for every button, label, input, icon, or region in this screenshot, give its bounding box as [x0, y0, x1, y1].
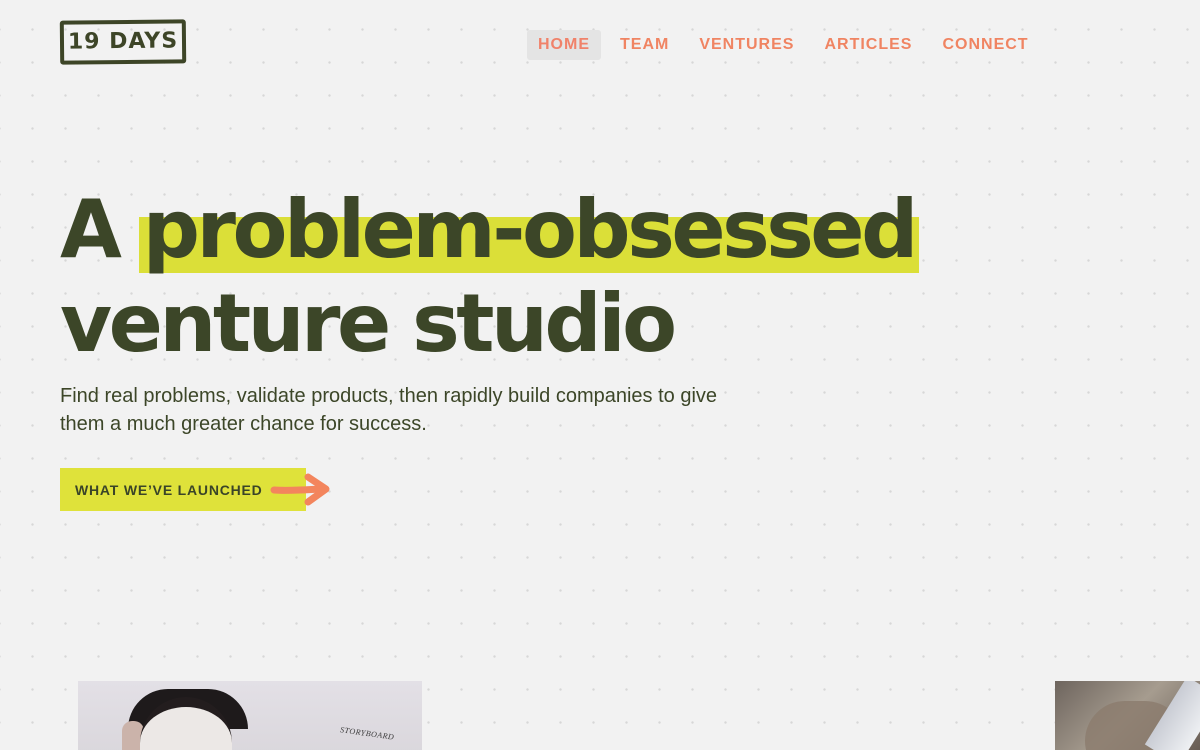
hero-highlight-text: problem-obsessed [142, 183, 919, 276]
hero-highlight: problem-obsessed [138, 183, 919, 277]
storyboard-label: STORYBOARD [339, 725, 395, 742]
hero-subtitle: Find real problems, validate products, t… [60, 385, 718, 435]
nav-item-team[interactable]: TEAM [609, 30, 680, 60]
logo-text: 19 DAYS [67, 28, 179, 55]
nav-item-ventures[interactable]: VENTURES [688, 30, 805, 60]
nav-item-articles[interactable]: ARTICLES [813, 30, 923, 60]
hero-heading-line-1: A problem-obsessed [60, 183, 960, 277]
hero-heading: A problem-obsessed venture studio [60, 183, 960, 371]
cta-label: WHAT WE’VE LAUNCHED [75, 481, 263, 498]
hero-heading-prefix: A [60, 183, 122, 276]
main-nav: HOME TEAM VENTURES ARTICLES CONNECT [527, 30, 1040, 60]
team-photo-left: STORYBOARD [78, 681, 422, 750]
nav-item-home[interactable]: HOME [527, 30, 601, 60]
hero-heading-line-2: venture studio [60, 277, 677, 370]
logo[interactable]: 19 DAYS [59, 19, 187, 65]
nav-item-connect[interactable]: CONNECT [931, 30, 1039, 60]
team-photo-right [1055, 681, 1200, 750]
arrow-right-icon[interactable] [270, 472, 332, 508]
